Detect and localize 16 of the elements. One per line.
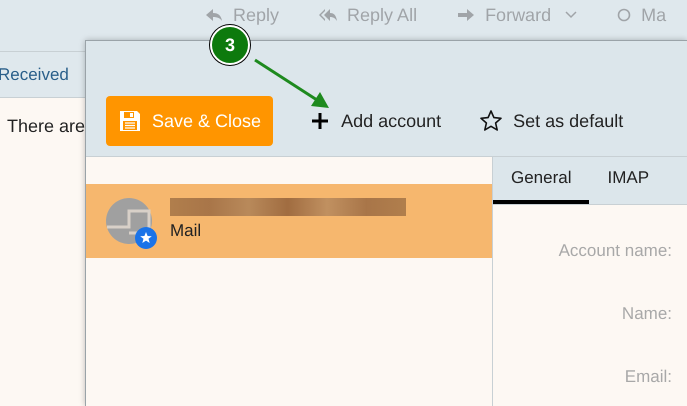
message-text: There are bbox=[7, 116, 86, 136]
chevron-down-icon bbox=[565, 11, 578, 19]
right-arrow-icon bbox=[457, 7, 476, 23]
account-type-label: Mail bbox=[170, 220, 202, 242]
plus-icon bbox=[311, 112, 330, 130]
field-label: Account name: bbox=[558, 240, 672, 261]
add-account-button[interactable]: Add account bbox=[311, 96, 442, 146]
reply-icon bbox=[205, 7, 223, 23]
field-label: Name: bbox=[622, 303, 672, 324]
set-default-button[interactable]: Set as default bbox=[479, 96, 624, 146]
account-list-item[interactable]: Mail bbox=[86, 184, 492, 258]
star-icon bbox=[479, 109, 504, 133]
field-label: Email: bbox=[624, 366, 672, 387]
circle-icon bbox=[617, 8, 632, 22]
reply-all-icon bbox=[319, 7, 338, 23]
settings-tab[interactable]: IMAP bbox=[589, 156, 668, 204]
